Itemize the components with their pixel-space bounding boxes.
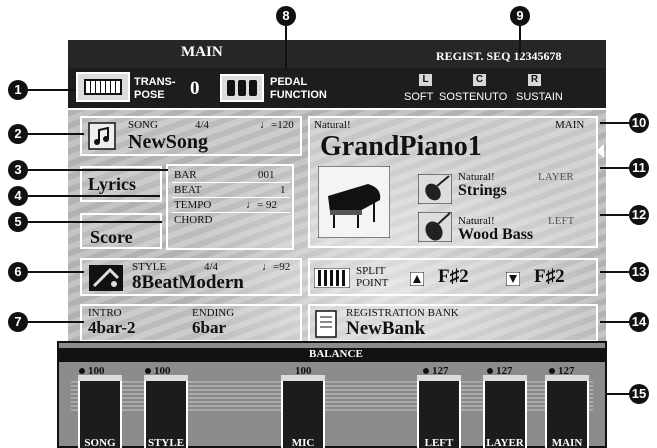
balance-main-label: MAIN (551, 437, 583, 448)
chord-label: CHORD (174, 214, 213, 226)
split-label-1: SPLIT (356, 265, 386, 277)
song-time-signature: 4/4 (195, 119, 210, 131)
main-voice-category: Natural! (314, 119, 351, 131)
song-tempo: ♩=120 (260, 119, 294, 131)
song-name: NewSong (128, 131, 209, 153)
pedal-label-2: FUNCTION (270, 89, 327, 101)
beat-label: BEAT (174, 184, 202, 196)
balance-style-label: STYLE (147, 437, 185, 448)
transpose-label-2: POSE (134, 89, 165, 101)
pedal-key-c: C (473, 74, 486, 86)
transpose-label-1: TRANS- (134, 76, 176, 88)
score-button-label: Score (90, 227, 133, 247)
callout-15: 15 (629, 384, 649, 404)
bar-value: 001 (258, 169, 275, 181)
callout-14: 14 (629, 312, 649, 332)
pedal-sustain: SUSTAIN (516, 91, 563, 103)
pedal-soft: SOFT (404, 91, 434, 103)
callout-13: 13 (629, 262, 649, 282)
registration-bank-panel[interactable]: REGISTRATION BANK NewBank (308, 304, 598, 342)
pedal-function-button[interactable] (220, 74, 264, 102)
callout-12: 12 (629, 205, 649, 225)
song-panel[interactable]: SONG 4/4 ♩=120 NewSong (80, 116, 302, 156)
callout-8: 8 (276, 6, 296, 26)
keyboard-icon (84, 79, 122, 95)
left-voice-name[interactable]: Wood Bass (458, 226, 533, 244)
lower-split-icon (506, 272, 520, 286)
callout-6: 6 (8, 262, 28, 282)
callout-3: 3 (8, 160, 28, 180)
split-upper-value[interactable]: F♯2 (438, 266, 469, 288)
callout-11: 11 (629, 158, 649, 178)
title-bar: MAIN REGIST. SEQ 12345678 (68, 40, 606, 68)
style-icon (89, 265, 123, 291)
callout-1: 1 (8, 80, 28, 100)
song-label: SONG (128, 119, 158, 131)
style-panel[interactable]: STYLE 4/4 ♩=92 8BeatModern (80, 258, 302, 296)
callout-2: 2 (8, 124, 28, 144)
pedal-sostenuto: SOSTENUTO (439, 91, 508, 103)
grand-piano-icon (318, 166, 390, 238)
music-note-icon (88, 122, 116, 150)
pedal-key-l: L (419, 74, 432, 86)
left-voice-part: LEFT (548, 215, 575, 227)
page-title: MAIN (181, 44, 223, 60)
split-point-panel[interactable]: SPLIT POINT F♯2 F♯2 (308, 258, 598, 296)
layer-voice-name[interactable]: Strings (458, 182, 507, 200)
pedal-label-1: PEDAL (270, 76, 308, 88)
balance-header: BALANCE (59, 348, 605, 362)
song-info-panel: BAR 001 BEAT 1 TEMPO ♩= 92 CHORD (166, 164, 294, 250)
balance-title: BALANCE (309, 348, 363, 360)
lyrics-button-label: Lyrics (88, 174, 136, 194)
registration-icon (315, 310, 337, 338)
callout-7: 7 (8, 312, 28, 332)
bass-icon (418, 212, 452, 242)
ending-value: 6bar (192, 318, 226, 337)
balance-layer-label: LAYER (486, 437, 524, 448)
callout-5: 5 (8, 212, 28, 232)
violin-icon (418, 174, 452, 204)
pedal-icon (227, 80, 257, 96)
score-button[interactable]: Score (80, 213, 162, 249)
transpose-value: 0 (190, 78, 200, 99)
tempo-label: TEMPO (174, 199, 212, 211)
callout-9: 9 (510, 6, 530, 26)
style-name: 8BeatModern (132, 272, 244, 293)
intro-ending-panel[interactable]: INTRO 4bar-2 ENDING 6bar (80, 304, 302, 342)
callout-4: 4 (8, 186, 28, 206)
tempo-value: ♩= 92 (246, 199, 277, 211)
balance-song-label: SONG (84, 437, 116, 448)
callout-10: 10 (629, 113, 649, 133)
bar-label: BAR (174, 169, 197, 181)
balance-mic-label: MIC (291, 437, 315, 448)
control-strip: TRANS- POSE 0 PEDAL FUNCTION L SOFT C SO… (68, 68, 606, 110)
intro-value: 4bar-2 (88, 318, 136, 337)
voice-tab-arrow-icon (596, 144, 604, 158)
main-voice-part: MAIN (555, 119, 585, 131)
upper-split-icon (410, 272, 424, 286)
style-tempo: ♩=92 (262, 261, 291, 273)
layer-voice-part: LAYER (538, 171, 574, 183)
balance-left-label: LEFT (424, 437, 454, 448)
pedal-key-r: R (528, 74, 541, 86)
beat-value: 1 (280, 184, 286, 196)
regist-seq: REGIST. SEQ 12345678 (436, 49, 562, 63)
registration-name: NewBank (346, 318, 426, 339)
transpose-button[interactable] (76, 72, 130, 102)
balance-panel: BALANCE 100 SONG 100 STYLE 100 MIC 127 L… (57, 341, 607, 448)
split-keyboard-icon (314, 268, 350, 288)
main-voice-name[interactable]: GrandPiano1 (320, 131, 482, 163)
voice-panel: Natural! MAIN GrandPiano1 Natural! LAYER… (308, 116, 598, 248)
split-lower-value[interactable]: F♯2 (534, 266, 565, 288)
split-label-2: POINT (356, 277, 389, 289)
